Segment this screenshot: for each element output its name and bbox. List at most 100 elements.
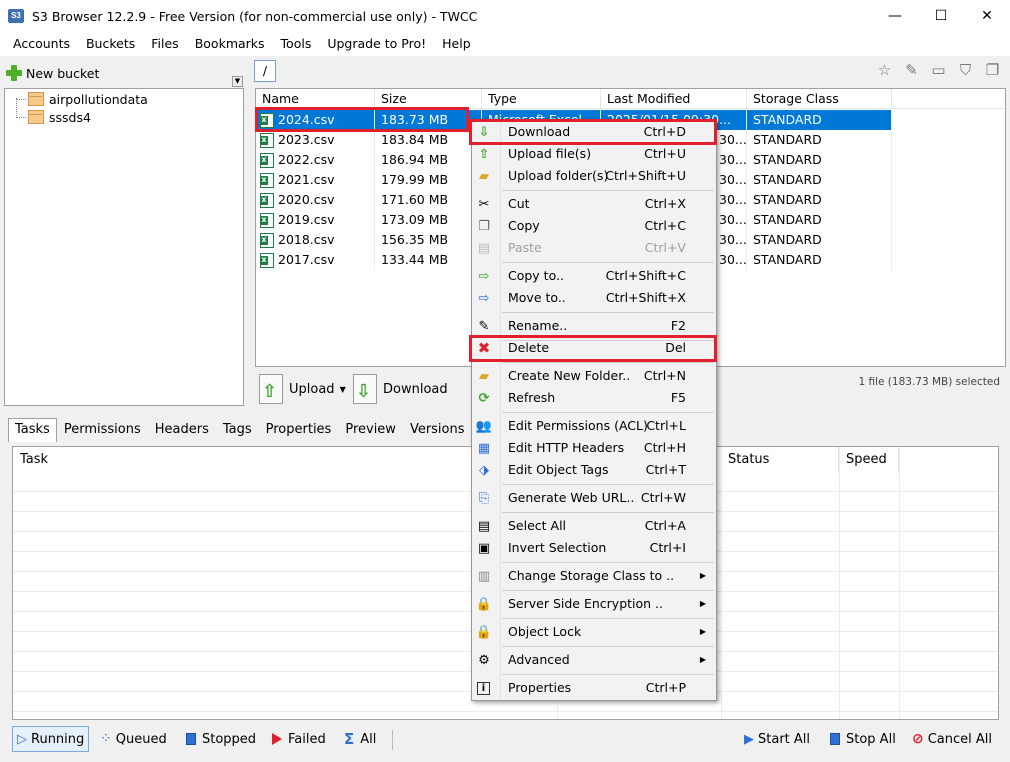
tree-line [16,98,17,118]
menu-item-select-all[interactable]: ▤ Select All Ctrl+A [472,515,716,537]
app-icon: S3 [8,9,24,23]
bucket-tree[interactable] [4,88,244,406]
file-size: 133.44 MB [375,250,482,270]
file-storage-class: STANDARD [747,230,892,250]
chevron-down-icon: ▼ [339,384,346,394]
filter-queued-button[interactable]: ⁘ Queued [96,726,171,752]
upload-label: Upload [289,381,335,397]
invert-selection-icon: ▣ [477,540,491,556]
menu-tools[interactable]: Tools [273,32,320,56]
menu-buckets[interactable]: Buckets [78,32,143,56]
pencil-icon[interactable]: ✎ [902,60,921,79]
close-button[interactable]: ✕ [964,0,1010,32]
excel-file-icon [260,172,274,188]
menu-separator [502,618,714,619]
plus-icon [6,65,22,81]
menu-item-edit-permissions[interactable]: 👥 Edit Permissions (ACL) Ctrl+L [472,415,716,437]
column-header-storage-class[interactable]: Storage Class [747,89,892,108]
minimize-button[interactable]: — [872,0,918,32]
status-bar: ▷ Running ⁘ Queued Stopped Failed Σ All … [0,722,1010,756]
menu-item-copy-to[interactable]: ⇨ Copy to.. Ctrl+Shift+C [472,265,716,287]
column-header-type[interactable]: Type [482,89,601,108]
column-header-speed[interactable]: Speed [839,447,899,473]
start-all-button[interactable]: ▶ Start All [740,726,814,752]
column-header-task[interactable]: Task [13,447,473,473]
menu-item-server-side-encryption[interactable]: 🔒 Server Side Encryption .. ▶ [472,593,716,615]
menu-item-generate-url[interactable]: ⎘ Generate Web URL.. Ctrl+W [472,487,716,509]
tab-properties[interactable]: Properties [259,418,339,442]
menu-item-copy[interactable]: ❐ Copy Ctrl+C [472,215,716,237]
menu-separator [502,484,714,485]
menu-item-advanced[interactable]: ⚙ Advanced ▶ [472,649,716,671]
file-size: 171.60 MB [375,190,482,210]
bucket-toolbar-dropdown[interactable]: ▼ [232,76,243,87]
excel-file-icon [260,132,274,148]
filter-icon[interactable]: ⛉ [956,60,975,79]
stop-icon [186,733,196,745]
menu-files[interactable]: Files [143,32,186,56]
menu-help[interactable]: Help [434,32,479,56]
filter-all-button[interactable]: Σ All [340,726,380,752]
menu-item-change-storage-class[interactable]: ▥ Change Storage Class to .. ▶ [472,565,716,587]
menu-upgrade[interactable]: Upgrade to Pro! [319,32,434,56]
stop-all-button[interactable]: Stop All [826,726,900,752]
column-header-size[interactable]: Size [375,89,482,108]
submenu-arrow-icon: ▶ [699,599,706,608]
filter-label: All [360,731,377,747]
menu-item-upload-folders[interactable]: ▰ Upload folder(s) Ctrl+Shift+U [472,165,716,187]
tab-tasks[interactable]: Tasks [8,418,57,442]
users-icon: 👥 [475,418,493,434]
menu-item-edit-headers[interactable]: ▦ Edit HTTP Headers Ctrl+H [472,437,716,459]
file-name: 2020.csv [278,192,335,207]
column-header-name[interactable]: Name [256,89,375,108]
tree-line [16,99,26,100]
tab-preview[interactable]: Preview [338,418,403,442]
menu-separator [502,412,714,413]
download-button[interactable]: Download [353,372,448,406]
filter-stopped-button[interactable]: Stopped [182,726,260,752]
bucket-icon [28,92,44,106]
window-icon[interactable]: ▭ [929,60,948,79]
filter-running-button[interactable]: ▷ Running [12,726,90,752]
column-header-status[interactable]: Status [721,447,839,473]
menu-item-invert-selection[interactable]: ▣ Invert Selection Ctrl+I [472,537,716,559]
file-storage-class: STANDARD [747,130,892,150]
move-to-icon: ⇨ [478,290,490,306]
new-bucket-button[interactable]: New bucket [6,65,99,81]
menu-item-cut[interactable]: ✂ Cut Ctrl+X [472,193,716,215]
upload-button[interactable]: Upload ▼ [259,372,346,406]
bucket-item[interactable]: sssds4 [28,108,91,126]
copy-icon[interactable]: ❐ [983,60,1002,79]
menu-item-properties[interactable]: i Properties Ctrl+P [472,677,716,699]
menu-item-upload-files[interactable]: ⇧ Upload file(s) Ctrl+U [472,143,716,165]
menu-item-refresh[interactable]: ⟳ Refresh F5 [472,387,716,409]
cancel-all-button[interactable]: ⊘ Cancel All [908,726,996,752]
column-header-modified[interactable]: Last Modified [601,89,747,108]
upload-folder-icon: ▰ [479,168,489,184]
bucket-item[interactable]: airpollutiondata [28,90,148,108]
menu-item-paste[interactable]: ▤ Paste Ctrl+V [472,237,716,259]
tab-headers[interactable]: Headers [148,418,216,442]
menu-bookmarks[interactable]: Bookmarks [187,32,273,56]
menu-item-move-to[interactable]: ⇨ Move to.. Ctrl+Shift+X [472,287,716,309]
star-icon[interactable]: ☆ [875,60,894,79]
menu-item-edit-tags[interactable]: ⬗ Edit Object Tags Ctrl+T [472,459,716,481]
tab-permissions[interactable]: Permissions [57,418,148,442]
control-label: Cancel All [927,731,993,747]
selection-status: 1 file (183.73 MB) selected [858,376,1000,388]
tab-tags[interactable]: Tags [216,418,259,442]
file-size: 183.84 MB [375,130,482,150]
cancel-icon: ⊘ [912,731,924,747]
grid-line [839,447,840,719]
filter-failed-button[interactable]: Failed [268,726,330,752]
path-input[interactable]: / [254,60,276,82]
filter-label: Stopped [202,731,257,747]
menu-item-rename[interactable]: ✎ Rename.. F2 [472,315,716,337]
headers-icon: ▦ [477,440,491,456]
menu-item-create-folder[interactable]: ▰ Create New Folder.. Ctrl+N [472,365,716,387]
maximize-button[interactable]: ☐ [918,0,964,32]
tab-versions[interactable]: Versions [403,418,472,442]
upload-icon [259,374,283,404]
menu-item-object-lock[interactable]: 🔒 Object Lock ▶ [472,621,716,643]
menu-accounts[interactable]: Accounts [5,32,78,56]
